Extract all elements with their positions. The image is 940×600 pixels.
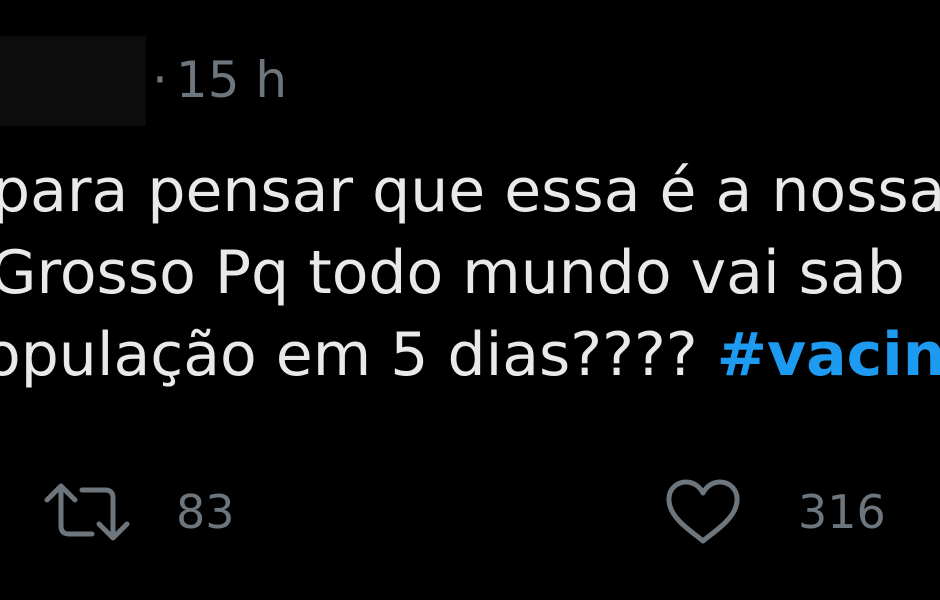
like-button[interactable]: 316 — [664, 472, 886, 552]
tweet-text-line-1: para pensar que essa é a nossa — [0, 156, 940, 226]
tweet-timestamp[interactable]: 15 h — [176, 51, 287, 109]
like-count: 316 — [798, 485, 886, 539]
redacted-avatar-name — [0, 36, 146, 126]
retweet-icon — [44, 480, 130, 544]
retweet-count: 83 — [176, 485, 235, 539]
separator-dot: · — [152, 51, 168, 109]
retweet-button[interactable]: 83 — [44, 472, 235, 552]
tweet-text-line-3-body: opulação em 5 dias???? — [0, 320, 698, 390]
tweet-text-line-3: opulação em 5 dias???? #vacin — [0, 314, 940, 396]
hashtag-link[interactable]: #vacin — [717, 320, 940, 390]
heart-icon — [664, 477, 742, 547]
tweet-meta: · 15 h — [152, 40, 287, 120]
tweet-text-line-2: Grosso Pq todo mundo vai sab — [0, 238, 905, 308]
tweet-text: para pensar que essa é a nossa Grosso Pq… — [0, 150, 940, 396]
